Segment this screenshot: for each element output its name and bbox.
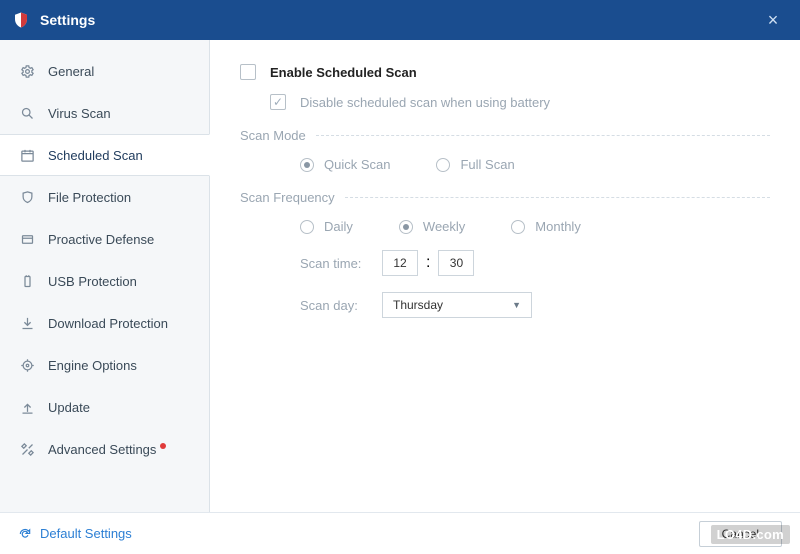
content-pane: Enable Scheduled Scan Disable scheduled … [210, 40, 800, 512]
titlebar: Settings × [0, 0, 800, 40]
update-icon [18, 398, 36, 416]
default-settings-link[interactable]: Default Settings [18, 526, 699, 541]
radio-icon [399, 220, 413, 234]
gear-icon [18, 62, 36, 80]
divider [345, 197, 770, 198]
enable-scheduled-scan-checkbox[interactable] [240, 64, 256, 80]
sidebar-item-update[interactable]: Update [0, 386, 209, 428]
app-shield-icon [12, 11, 30, 29]
scan-time-minute-input[interactable] [438, 250, 474, 276]
scan-mode-full-radio[interactable]: Full Scan [436, 157, 514, 172]
sidebar-item-label: Update [48, 400, 90, 415]
shield-icon [18, 188, 36, 206]
time-separator: : [426, 254, 430, 272]
search-icon [18, 104, 36, 122]
enable-scheduled-scan-label: Enable Scheduled Scan [270, 65, 417, 80]
scan-day-label: Scan day: [300, 298, 374, 313]
defense-icon [18, 230, 36, 248]
sidebar-item-label: Engine Options [48, 358, 137, 373]
disable-on-battery-checkbox[interactable] [270, 94, 286, 110]
footer: Default Settings Cancel [0, 512, 800, 554]
scan-frequency-daily-radio[interactable]: Daily [300, 219, 353, 234]
usb-icon [18, 272, 36, 290]
radio-icon [300, 158, 314, 172]
radio-icon [300, 220, 314, 234]
calendar-icon [18, 146, 36, 164]
sidebar-item-download-protection[interactable]: Download Protection [0, 302, 209, 344]
scan-time-hour-input[interactable] [382, 250, 418, 276]
refresh-icon [18, 527, 32, 541]
sidebar-item-virus-scan[interactable]: Virus Scan [0, 92, 209, 134]
sidebar-item-label: Virus Scan [48, 106, 111, 121]
sidebar-item-label: Scheduled Scan [48, 148, 143, 163]
sidebar: General Virus Scan Scheduled Scan File P… [0, 40, 210, 512]
scan-time-label: Scan time: [300, 256, 374, 271]
sidebar-item-scheduled-scan[interactable]: Scheduled Scan [0, 134, 210, 176]
window-title: Settings [40, 12, 758, 28]
engine-icon [18, 356, 36, 374]
scan-mode-quick-radio[interactable]: Quick Scan [300, 157, 390, 172]
sidebar-item-label: USB Protection [48, 274, 137, 289]
sidebar-item-label: File Protection [48, 190, 131, 205]
sidebar-item-label: Download Protection [48, 316, 168, 331]
divider [316, 135, 770, 136]
scan-frequency-monthly-radio[interactable]: Monthly [511, 219, 581, 234]
sidebar-item-file-protection[interactable]: File Protection [0, 176, 209, 218]
radio-label: Quick Scan [324, 157, 390, 172]
tools-icon [18, 440, 36, 458]
radio-icon [511, 220, 525, 234]
notification-dot-icon [160, 443, 166, 449]
radio-icon [436, 158, 450, 172]
sidebar-item-label: Proactive Defense [48, 232, 154, 247]
sidebar-item-usb-protection[interactable]: USB Protection [0, 260, 209, 302]
chevron-down-icon: ▼ [512, 300, 521, 310]
radio-label: Weekly [423, 219, 465, 234]
sidebar-item-label: General [48, 64, 94, 79]
sidebar-item-proactive-defense[interactable]: Proactive Defense [0, 218, 209, 260]
disable-on-battery-label: Disable scheduled scan when using batter… [300, 95, 550, 110]
sidebar-item-engine-options[interactable]: Engine Options [0, 344, 209, 386]
radio-label: Full Scan [460, 157, 514, 172]
watermark: LO4D.com [711, 525, 790, 544]
radio-label: Daily [324, 219, 353, 234]
sidebar-item-general[interactable]: General [0, 50, 209, 92]
scan-day-select[interactable]: Thursday ▼ [382, 292, 532, 318]
sidebar-item-advanced-settings[interactable]: Advanced Settings [0, 428, 209, 470]
scan-mode-heading: Scan Mode [240, 128, 306, 143]
sidebar-item-label: Advanced Settings [48, 442, 156, 457]
link-label: Default Settings [40, 526, 132, 541]
download-icon [18, 314, 36, 332]
radio-label: Monthly [535, 219, 581, 234]
select-value: Thursday [393, 298, 443, 312]
scan-frequency-weekly-radio[interactable]: Weekly [399, 219, 465, 234]
close-icon[interactable]: × [758, 10, 788, 31]
scan-frequency-heading: Scan Frequency [240, 190, 335, 205]
